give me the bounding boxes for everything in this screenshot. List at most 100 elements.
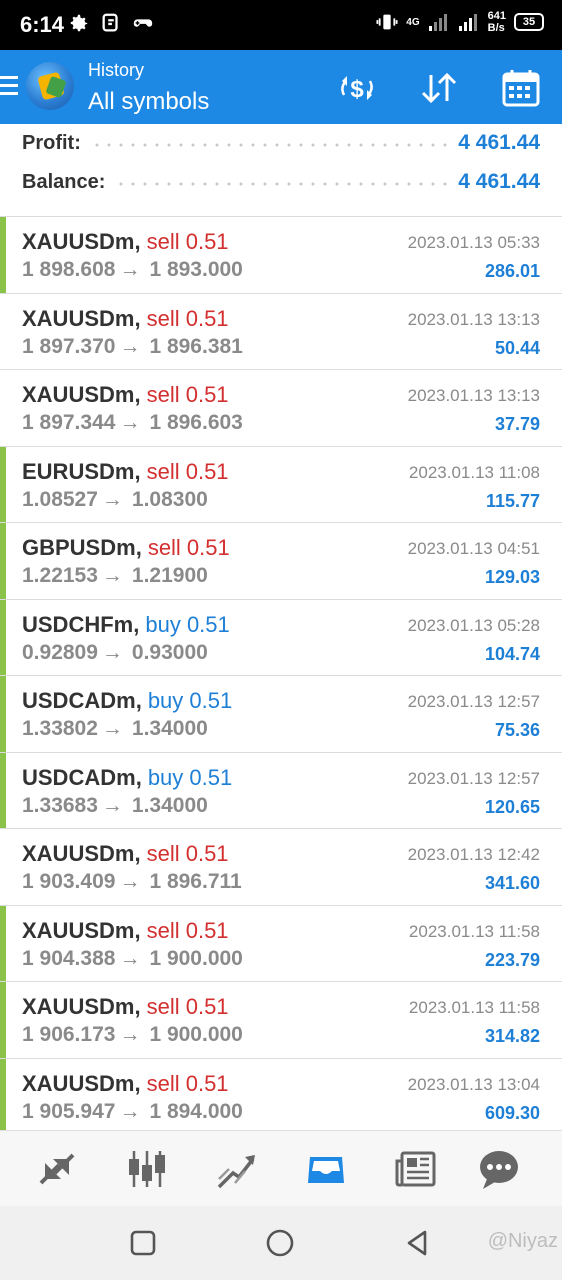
deal-time: 2023.01.13 11:58 <box>408 998 540 1017</box>
deal-row[interactable]: USDCADm, buy 0.51 1.33683 → 1.34000 2023.01.1… <box>0 751 562 829</box>
arrow-glyph: → <box>119 258 141 281</box>
deal-profit: 37.79 <box>494 414 540 434</box>
system-navigation-bar: @Niyaz <box>0 1206 562 1280</box>
deal-close-price: 1 894.000 <box>149 1099 243 1123</box>
arrow-glyph: → <box>101 717 123 740</box>
sort-icon[interactable] <box>418 67 460 109</box>
deal-close-price: 1.08300 <box>131 487 208 511</box>
balance-label: Balance: <box>22 170 106 193</box>
deal-time: 2023.01.13 04:51 <box>407 539 540 558</box>
arrow-glyph: → <box>119 411 141 434</box>
deal-marker <box>0 217 6 293</box>
app-logo <box>26 62 74 110</box>
deal-marker <box>0 982 6 1058</box>
arrow-glyph: → <box>119 946 141 970</box>
deal-open-price: 1.33683 <box>22 793 98 817</box>
history-icon[interactable] <box>304 1147 348 1191</box>
deal-row[interactable]: GBPUSDm, sell 0.51 1.22153 → 1.21900 2023.01.… <box>0 522 562 599</box>
deal-time: 2023.01.13 13:04 <box>407 1074 540 1094</box>
chat-icon[interactable] <box>477 1147 521 1191</box>
news-icon[interactable] <box>394 1147 438 1191</box>
arrow-glyph: → <box>119 870 141 893</box>
profit-row: Profit: 4 461.44 <box>22 127 540 159</box>
deal-symbol: XAUUSDm <box>22 382 135 407</box>
deal-close-price: 0.93000 <box>131 640 208 664</box>
quotes-icon[interactable] <box>35 1147 79 1191</box>
deal-type: sell 0.51 <box>146 841 229 866</box>
deal-symbol: XAUUSDm <box>22 994 135 1019</box>
deal-symbol: XAUUSDm <box>22 841 135 866</box>
deal-type: buy 0.51 <box>147 688 233 713</box>
signal-icon-2 <box>458 14 477 31</box>
deal-marker <box>0 599 6 676</box>
deal-time: 2023.01.13 13:13 <box>407 386 540 405</box>
deal-marker <box>0 1058 6 1135</box>
home-button[interactable] <box>265 1228 295 1258</box>
deal-symbol: XAUUSDm <box>22 917 135 943</box>
deal-row[interactable]: XAUUSDm, sell 0.51 1 905.947 → 1 894.000 2023… <box>0 1057 562 1135</box>
deal-profit: 341.60 <box>484 873 540 893</box>
deal-profit: 115.77 <box>485 490 540 511</box>
deal-type: sell 0.51 <box>146 458 229 484</box>
deal-type: sell 0.51 <box>146 994 229 1019</box>
deal-row[interactable]: USDCHFm, buy 0.51 0.92809 → 0.93000 2023.01.1… <box>0 598 562 676</box>
deal-marker <box>0 905 6 982</box>
deal-symbol: USDCADm <box>22 764 136 790</box>
deal-symbol: XAUUSDm <box>22 1070 135 1096</box>
currency-exchange-icon[interactable]: $ <box>336 67 378 109</box>
menu-button[interactable] <box>0 76 18 100</box>
deal-open-price: 1 897.370 <box>22 334 116 358</box>
deal-type: sell 0.51 <box>146 1070 229 1096</box>
status-time: 6:14 <box>20 12 65 37</box>
vibrate-icon <box>376 14 398 30</box>
deal-time: 2023.01.13 11:08 <box>408 462 540 482</box>
deal-row[interactable]: XAUUSDm, sell 0.51 1 903.409 → 1 896.711 2023… <box>0 828 562 905</box>
deal-type: sell 0.51 <box>147 535 230 560</box>
trade-icon[interactable] <box>215 1147 259 1191</box>
deal-close-price: 1 896.603 <box>149 411 243 434</box>
arrow-glyph: → <box>101 793 123 817</box>
deal-row[interactable]: XAUUSDm, sell 0.51 1 904.388 → 1 900.000 2023… <box>0 904 562 982</box>
deal-row[interactable]: XAUUSDm, sell 0.51 1 898.608 → 1 893.000 2023… <box>0 216 562 293</box>
back-button[interactable] <box>403 1228 433 1258</box>
game-controller-icon <box>133 19 153 27</box>
deal-row[interactable]: XAUUSDm, sell 0.51 1 906.173 → 1 900.000 2023… <box>0 981 562 1058</box>
profit-value: 4 461.44 <box>458 131 540 154</box>
deal-open-price: 1 906.173 <box>22 1023 116 1046</box>
deal-symbol: USDCHFm <box>22 611 134 637</box>
battery-icon: 35 <box>514 13 544 31</box>
deal-profit: 75.36 <box>494 720 540 740</box>
arrow-glyph: → <box>101 640 123 664</box>
deal-type: sell 0.51 <box>146 382 229 407</box>
recent-apps-button[interactable] <box>128 1228 158 1258</box>
deal-open-price: 1 904.388 <box>22 946 116 970</box>
arrow-glyph: → <box>119 1099 141 1123</box>
signal-icon <box>428 14 447 31</box>
balance-row: Balance: 4 461.44 <box>22 166 540 198</box>
chart-icon[interactable] <box>125 1147 169 1191</box>
app-bar: History All symbols $ <box>0 50 562 124</box>
deal-profit: 129.03 <box>484 567 540 587</box>
screen-title[interactable]: All symbols <box>88 88 209 116</box>
app-notification-icon <box>102 13 118 32</box>
arrow-glyph: → <box>119 1023 141 1046</box>
watermark: @Niyaz <box>487 1230 558 1252</box>
deal-close-price: 1.21900 <box>131 564 208 587</box>
profit-label: Profit: <box>22 131 81 154</box>
deal-row[interactable]: XAUUSDm, sell 0.51 1 897.344 → 1 896.603 2023… <box>0 369 562 446</box>
deal-row[interactable]: EURUSDm, sell 0.51 1.08527 → 1.08300 2023.01.… <box>0 445 562 523</box>
deal-time: 2023.01.13 11:58 <box>408 921 540 941</box>
calendar-icon[interactable] <box>500 67 542 109</box>
deal-marker <box>0 523 6 599</box>
network-type: 4G <box>406 16 420 28</box>
deal-row[interactable]: USDCADm, buy 0.51 1.33802 → 1.34000 2023.01.1… <box>0 675 562 752</box>
arrow-glyph: → <box>119 334 141 358</box>
deal-close-price: 1.34000 <box>131 793 208 817</box>
deal-open-price: 1.08527 <box>22 487 98 511</box>
deal-type: sell 0.51 <box>146 229 229 254</box>
deal-open-price: 0.92809 <box>22 640 98 664</box>
deal-time: 2023.01.13 12:57 <box>407 692 540 711</box>
deal-time: 2023.01.13 12:57 <box>407 768 540 788</box>
deal-row[interactable]: XAUUSDm, sell 0.51 1 897.370 → 1 896.381 2023… <box>0 292 562 370</box>
status-bar: 6:14 4G 641 B/s 35 <box>0 0 562 50</box>
